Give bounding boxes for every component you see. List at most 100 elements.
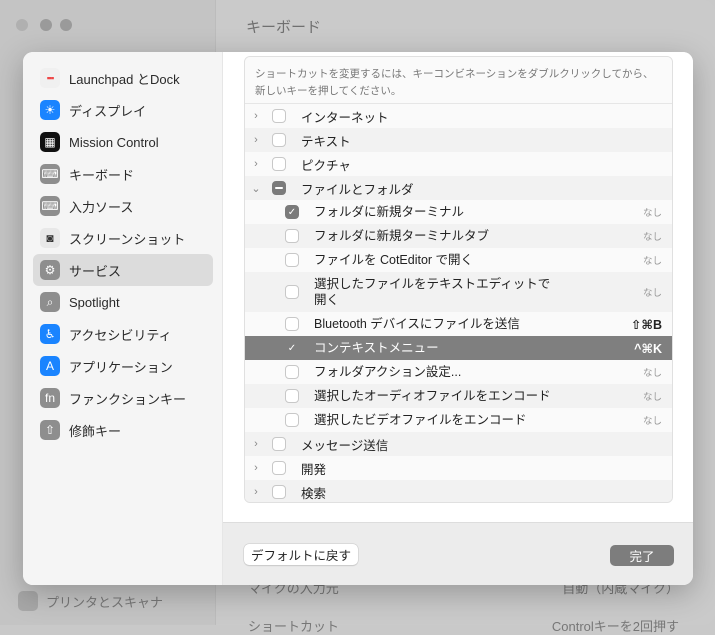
service-label: ファイルを CotEditor で開く (314, 253, 474, 267)
keyboard-icon: ⌨ (40, 164, 60, 184)
fn-key-icon: fn (40, 388, 60, 408)
service-label: フォルダに新規ターミナル (314, 205, 465, 219)
service-label: インターネット (301, 110, 389, 125)
service-label: 選択したファイルをテキストエディットで開く (314, 277, 551, 307)
background-row-value: Controlキーを2回押す (551, 619, 679, 634)
service-row[interactable]: 選択したファイルをテキストエディットで開く なし (245, 272, 672, 312)
keyboard-shortcuts-sheet: ▪▪▪ Launchpad とDock ☀ ディスプレイ ▦ Mission Contro… (23, 52, 693, 585)
service-row[interactable]: ✓ フォルダに新規ターミナル なし (245, 200, 672, 224)
service-label: メッセージ送信 (301, 438, 389, 453)
service-label: ファイルとフォルダ (301, 182, 414, 197)
sidebar-item-label: サービス (69, 263, 122, 279)
chevron-right-icon[interactable]: › (251, 486, 261, 498)
sidebar-item[interactable]: ⇧ 修飾キー (33, 414, 213, 446)
service-checkbox[interactable] (272, 133, 286, 147)
mission-control-icon: ▦ (40, 132, 60, 152)
shortcut-value[interactable]: なし (643, 253, 662, 267)
service-checkbox[interactable] (285, 229, 299, 243)
sidebar-item-label: キーボード (69, 167, 135, 183)
sidebar-item[interactable]: ☀ ディスプレイ (33, 94, 213, 126)
sidebar-item[interactable]: ⌨ 入力ソース (33, 190, 213, 222)
service-checkbox[interactable] (272, 485, 286, 499)
service-checkbox[interactable] (285, 413, 299, 427)
service-row[interactable]: ✓ コンテキストメニュー ^⌘K (245, 336, 672, 360)
service-group-row[interactable]: › ピクチャ (245, 152, 672, 176)
shortcut-value[interactable]: なし (643, 285, 662, 299)
service-checkbox[interactable] (285, 389, 299, 403)
shortcut-value[interactable]: なし (643, 413, 662, 427)
service-row[interactable]: フォルダに新規ターミナルタブ なし (245, 224, 672, 248)
sidebar-item-label: 修飾キー (69, 423, 122, 439)
service-label: 検索 (301, 486, 327, 501)
sidebar-item[interactable]: ⌕ Spotlight (33, 286, 213, 318)
window-title: キーボード (246, 19, 322, 36)
shortcut-value[interactable]: ^⌘K (634, 341, 662, 356)
services-icon: ⚙ (40, 260, 60, 280)
services-list: ショートカットを変更するには、キーコンビネーションをダブルクリックしてから、新し… (244, 56, 673, 503)
restore-defaults-button[interactable]: デフォルトに戻す (244, 544, 358, 565)
service-row[interactable]: 選択したオーディオファイルをエンコード なし (245, 384, 672, 408)
service-row[interactable]: フォルダアクション設定... なし (245, 360, 672, 384)
service-checkbox[interactable] (272, 461, 286, 475)
service-checkbox[interactable] (285, 253, 299, 267)
service-checkbox[interactable] (272, 157, 286, 171)
minimize-window-button[interactable] (40, 19, 52, 31)
input-source-icon: ⌨ (40, 196, 60, 216)
service-group-row[interactable]: › テキスト (245, 128, 672, 152)
service-checkbox[interactable] (285, 285, 299, 299)
sidebar-item[interactable]: fn ファンクションキー (33, 382, 213, 414)
service-row[interactable]: ファイルを CotEditor で開く なし (245, 248, 672, 272)
display-icon: ☀ (40, 100, 60, 120)
background-row: ショートカット Controlキーを2回押す (248, 616, 679, 635)
sidebar-item[interactable]: ▪▪▪ Launchpad とDock (33, 62, 213, 94)
service-checkbox[interactable] (272, 437, 286, 451)
service-group-row[interactable]: ⌄ ファイルとフォルダ (245, 176, 672, 200)
service-checkbox[interactable]: ✓ (285, 205, 299, 219)
service-checkbox[interactable]: ✓ (285, 341, 299, 355)
sidebar-item[interactable]: ◙ スクリーンショット (33, 222, 213, 254)
launchpad-icon: ▪▪▪ (40, 68, 60, 88)
sidebar-item[interactable]: ▦ Mission Control (33, 126, 213, 158)
service-label: Bluetooth デバイスにファイルを送信 (314, 317, 520, 331)
chevron-right-icon[interactable]: › (251, 134, 261, 146)
service-group-row[interactable]: › インターネット (245, 104, 672, 128)
chevron-right-icon[interactable]: › (251, 438, 261, 450)
sidebar-item[interactable]: A アプリケーション (33, 350, 213, 382)
chevron-right-icon[interactable]: › (251, 158, 261, 170)
service-checkbox[interactable] (285, 317, 299, 331)
service-label: 選択したビデオファイルをエンコード (314, 413, 527, 427)
service-checkbox[interactable] (272, 109, 286, 123)
service-label: ピクチャ (301, 158, 351, 173)
sidebar-item-label: ファンクションキー (69, 391, 187, 407)
service-checkbox[interactable] (285, 365, 299, 379)
service-group-row[interactable]: › 開発 (245, 456, 672, 480)
chevron-down-icon[interactable]: ⌄ (251, 182, 261, 195)
sidebar-item-label: アクセシビリティ (69, 327, 172, 343)
chevron-right-icon[interactable]: › (251, 462, 261, 474)
sidebar-item-label: 入力ソース (69, 199, 134, 215)
sidebar-item[interactable]: ⌨ キーボード (33, 158, 213, 190)
shortcut-value[interactable]: ⇧⌘B (631, 317, 662, 332)
shortcut-value[interactable]: なし (643, 229, 662, 243)
shortcut-value[interactable]: なし (643, 365, 662, 379)
service-row[interactable]: 選択したビデオファイルをエンコード なし (245, 408, 672, 432)
background-sidebar-item[interactable]: プリンタとスキャナ (18, 591, 163, 611)
done-button[interactable]: 完了 (610, 545, 674, 566)
service-checkbox[interactable] (272, 181, 286, 195)
sidebar-item-label: アプリケーション (69, 359, 173, 375)
sidebar-item[interactable]: ♿ アクセシビリティ (33, 318, 213, 350)
service-label: 開発 (301, 462, 327, 477)
chevron-right-icon[interactable]: › (251, 110, 261, 122)
spotlight-icon: ⌕ (40, 292, 60, 312)
service-group-row[interactable]: › メッセージ送信 (245, 432, 672, 456)
accessibility-icon: ♿ (40, 324, 60, 344)
service-group-row[interactable]: › 検索 (245, 480, 672, 502)
shortcut-value[interactable]: なし (643, 389, 662, 403)
shortcut-value[interactable]: なし (643, 205, 662, 219)
sidebar-item-label: スクリーンショット (69, 231, 186, 247)
zoom-window-button[interactable] (60, 19, 72, 31)
sidebar-item[interactable]: ⚙ サービス (33, 254, 213, 286)
close-window-button[interactable] (16, 19, 28, 31)
sidebar-item-label: Launchpad とDock (69, 71, 180, 87)
service-row[interactable]: Bluetooth デバイスにファイルを送信 ⇧⌘B (245, 312, 672, 336)
